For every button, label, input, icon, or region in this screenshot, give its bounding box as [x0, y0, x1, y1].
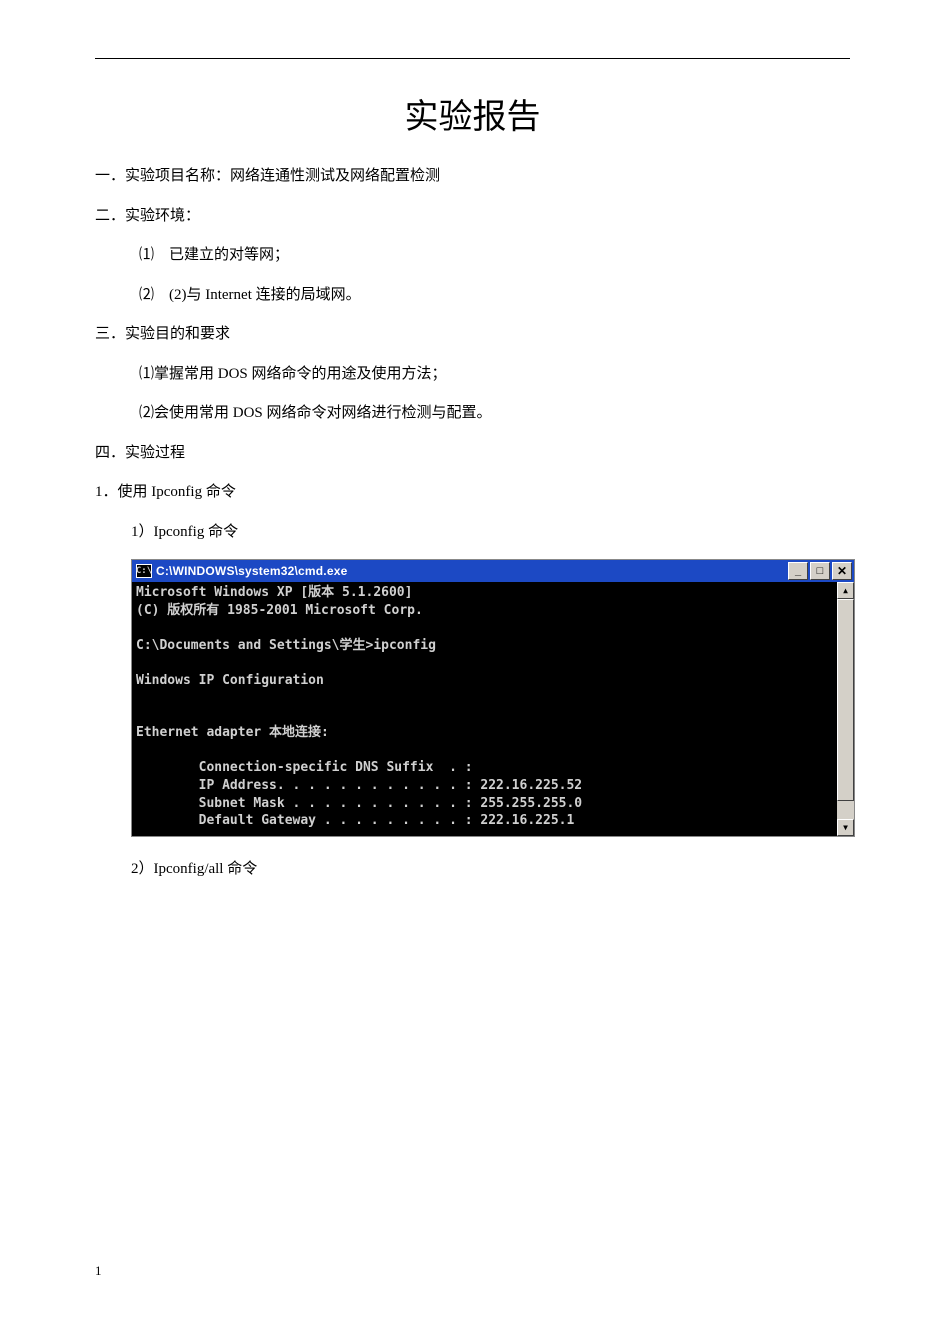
- section-2-heading: 二．实验环境：: [95, 204, 850, 230]
- top-horizontal-rule: [95, 58, 850, 59]
- minimize-button[interactable]: _: [788, 562, 808, 580]
- environment-item-1: ⑴ 已建立的对等网；: [95, 243, 850, 269]
- scroll-up-button[interactable]: ▲: [837, 582, 854, 599]
- document-title: 实验报告: [95, 89, 850, 138]
- environment-item-2: ⑵ (2)与 Internet 连接的局域网。: [95, 283, 850, 309]
- close-button[interactable]: ✕: [832, 562, 852, 580]
- section-1-heading: 一．实验项目名称：网络连通性测试及网络配置检测: [95, 164, 850, 190]
- cmd-app-icon-text: C:\: [136, 566, 152, 576]
- minimize-icon: _: [795, 566, 801, 577]
- cmd-scrollbar[interactable]: ▲ ▼: [837, 582, 854, 836]
- maximize-icon: □: [817, 566, 824, 577]
- step-1-heading: 1．使用 Ipconfig 命令: [95, 480, 850, 506]
- step-1-2-label: 2）Ipconfig/all 命令: [95, 857, 850, 883]
- arrow-down-icon: ▼: [843, 823, 848, 832]
- cmd-window: C:\ C:\WINDOWS\system32\cmd.exe _ □ ✕ Mi…: [131, 559, 855, 837]
- close-icon: ✕: [837, 565, 847, 577]
- goal-item-1: ⑴掌握常用 DOS 网络命令的用途及使用方法；: [95, 362, 850, 388]
- scrollbar-thumb[interactable]: [837, 599, 854, 801]
- cmd-titlebar[interactable]: C:\ C:\WINDOWS\system32\cmd.exe _ □ ✕: [132, 560, 854, 582]
- document-page: 实验报告 一．实验项目名称：网络连通性测试及网络配置检测 二．实验环境： ⑴ 已…: [0, 0, 945, 1337]
- section-3-heading: 三．实验目的和要求: [95, 322, 850, 348]
- maximize-button[interactable]: □: [810, 562, 830, 580]
- arrow-up-icon: ▲: [843, 586, 848, 595]
- scrollbar-track[interactable]: [837, 599, 854, 819]
- section-4-heading: 四．实验过程: [95, 441, 850, 467]
- goal-item-2: ⑵会使用常用 DOS 网络命令对网络进行检测与配置。: [95, 401, 850, 427]
- cmd-window-controls: _ □ ✕: [788, 562, 852, 580]
- cmd-output[interactable]: Microsoft Windows XP [版本 5.1.2600] (C) 版…: [132, 582, 837, 836]
- cmd-title-text: C:\WINDOWS\system32\cmd.exe: [156, 564, 788, 578]
- cmd-app-icon: C:\: [136, 564, 152, 578]
- step-1-1-label: 1）Ipconfig 命令: [95, 520, 850, 546]
- page-number: 1: [95, 1263, 102, 1279]
- scroll-down-button[interactable]: ▼: [837, 819, 854, 836]
